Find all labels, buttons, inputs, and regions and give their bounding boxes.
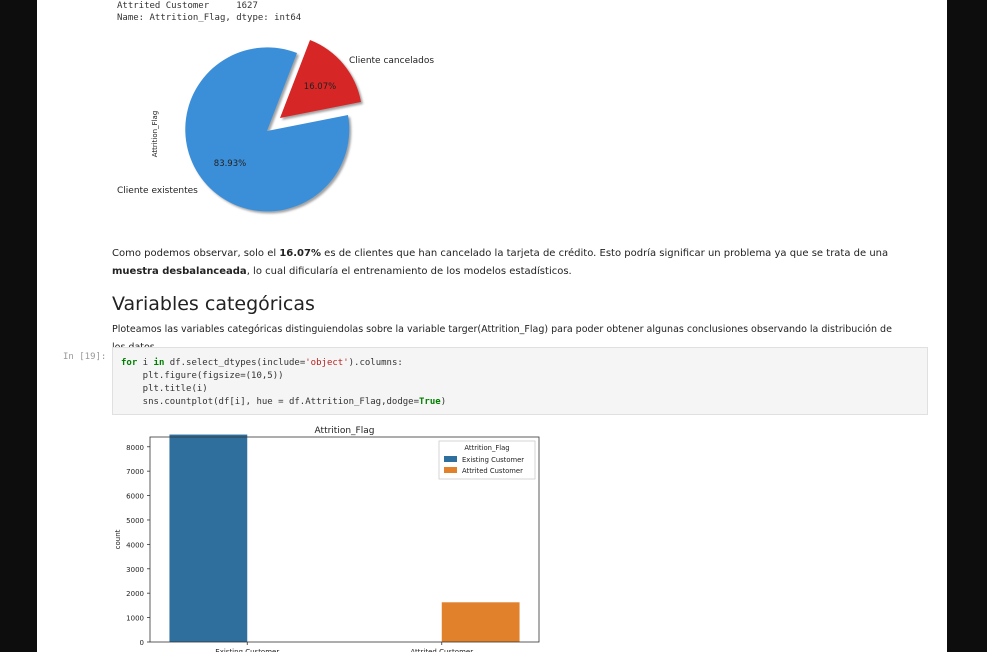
bar-attrited-customer [441,602,520,642]
code-line-2: plt.figure(figsize=(10,5)) [121,371,284,381]
legend-swatch [444,456,457,462]
p1-part-c: es de clientes que han cancelado la tarj… [320,248,889,259]
code-text-2: df.select_dtypes(include= [164,358,306,368]
pie-pct-cancelled: 16.07% [304,82,336,92]
x-tick-label: Existing Customer [215,648,279,652]
y-tick-label: 4000 [126,541,144,549]
p1-part-a: Como podemos observar, solo el [112,248,280,259]
p1-part-e: , lo cual dificularía el entrenamiento d… [246,266,572,277]
chart-title: Attrition_Flag [315,426,375,436]
right-scrollbar-area[interactable] [947,0,987,652]
bar-existing-customer [169,434,248,642]
y-tick-label: 6000 [126,493,144,501]
code-line-3: plt.title(i) [121,384,208,394]
code-string: 'object' [305,358,349,368]
output-line-2: Name: Attrition_Flag, dtype: int64 [117,13,302,23]
pie-label-cancelled: Cliente cancelados [349,56,434,66]
code-line-4: sns.countplot(df[i], hue = df.Attrition_… [121,397,446,407]
y-tick-label: 1000 [126,615,144,623]
y-tick-label: 2000 [126,590,144,598]
code-cell[interactable]: for i in df.select_dtypes(include='objec… [112,347,928,415]
y-tick-label: 8000 [126,444,144,452]
legend-title: Attrition_Flag [464,444,509,452]
pie-ylabel: Attrition_Flag [151,111,159,158]
code-text-5: ) [440,397,447,407]
pie-pct-existing: 83.93% [214,159,246,169]
y-axis-label: count [114,529,122,549]
output-line-1: Attrited Customer 1627 [117,1,258,11]
code-text-3: ).columns: [348,358,403,368]
legend-swatch [444,467,457,473]
code-text-4: sns.countplot(df[i], hue = df.Attrition_… [121,397,420,407]
p1-highlight-unbalanced: muestra desbalanceada [112,266,247,277]
y-tick-label: 7000 [126,468,144,476]
p1-highlight-pct: 16.07% [279,248,321,259]
bar-chart: Attrition_Flag 0 1000 2000 3000 4000 5000 6000 7… [114,426,540,652]
code-text-1: i [137,358,154,368]
code-line-1: for i in df.select_dtypes(include='objec… [121,358,403,368]
pie-label-existing: Cliente existentes [117,186,198,196]
y-tick-label: 3000 [126,566,144,574]
code-kw-for: for [121,358,138,368]
y-tick-label: 5000 [126,517,144,525]
code-kw-true: True [419,397,441,407]
left-margin [0,0,37,652]
cell-prompt: In [19]: [63,352,107,362]
pie-chart: 16.07% 83.93% Cliente cancelados Cliente… [117,40,434,212]
y-tick-label: 0 [140,639,144,647]
legend-label: Attrited Customer [462,467,523,475]
section-heading: Variables categóricas [112,293,315,315]
code-kw-in: in [153,358,165,368]
notebook-page: Attrited Customer 1627 Name: Attrition_F… [37,0,947,652]
markdown-paragraph-1: Como podemos observar, solo el 16.07% es… [112,245,892,281]
x-tick-label: Attrited Customer [410,648,473,652]
legend-label: Existing Customer [462,456,524,464]
